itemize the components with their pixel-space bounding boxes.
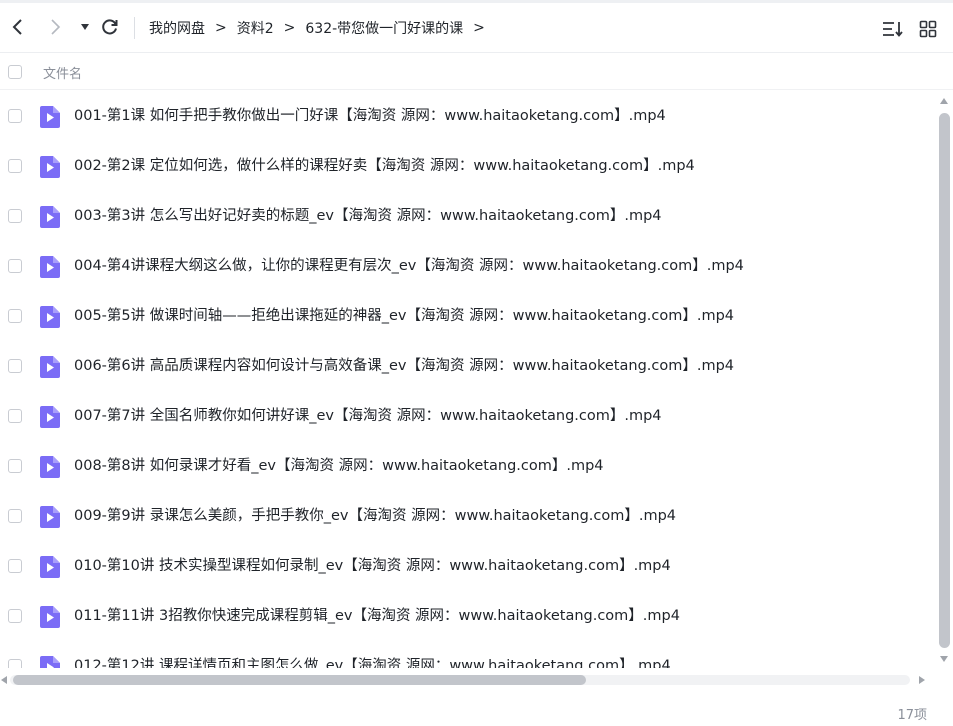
- toolbar: 我的网盘 > 资料2 > 632-带您做一门好课的课 >: [0, 3, 953, 53]
- refresh-icon: [102, 19, 118, 35]
- list-item[interactable]: 008-第8讲 如何录课才好看_ev【海淘资 源网：www.haitaoketa…: [0, 441, 935, 491]
- sort-button[interactable]: [881, 17, 905, 41]
- row-checkbox[interactable]: [8, 109, 22, 123]
- select-all-checkbox[interactable]: [8, 65, 22, 79]
- forward-button[interactable]: [43, 15, 67, 39]
- file-name[interactable]: 006-第6讲 高品质课程内容如何设计与高效备课_ev【海淘资 源网：www.h…: [74, 356, 734, 376]
- video-file-icon: [40, 406, 60, 428]
- list-item[interactable]: 003-第3讲 怎么写出好记好卖的标题_ev【海淘资 源网：www.haitao…: [0, 191, 935, 241]
- list-item[interactable]: 010-第10讲 技术实操型课程如何录制_ev【海淘资 源网：www.haita…: [0, 541, 935, 591]
- video-file-icon: [40, 606, 60, 628]
- file-name[interactable]: 010-第10讲 技术实操型课程如何录制_ev【海淘资 源网：www.haita…: [74, 556, 671, 576]
- list-item[interactable]: 004-第4讲课程大纲这么做，让你的课程更有层次_ev【海淘资 源网：www.h…: [0, 241, 935, 291]
- list-item[interactable]: 007-第7讲 全国名师教你如何讲好课_ev【海淘资 源网：www.haitao…: [0, 391, 935, 441]
- video-file-icon: [40, 556, 60, 578]
- scroll-right-arrow-icon[interactable]: [918, 675, 926, 685]
- list-item[interactable]: 001-第1课 如何手把手教你做出一门好课【海淘资 源网：www.haitaok…: [0, 91, 935, 141]
- vertical-scrollbar[interactable]: [935, 94, 953, 668]
- row-checkbox[interactable]: [8, 459, 22, 473]
- row-checkbox[interactable]: [8, 259, 22, 273]
- breadcrumb-item-current[interactable]: 632-带您做一门好课的课: [305, 18, 463, 38]
- file-list: 001-第1课 如何手把手教你做出一门好课【海淘资 源网：www.haitaok…: [0, 91, 935, 668]
- file-name[interactable]: 011-第11讲 3招教你快速完成课程剪辑_ev【海淘资 源网：www.hait…: [74, 606, 680, 626]
- sort-icon: [883, 22, 903, 37]
- row-checkbox[interactable]: [8, 659, 22, 668]
- horizontal-scrollbar-thumb[interactable]: [13, 675, 586, 685]
- file-name[interactable]: 003-第3讲 怎么写出好记好卖的标题_ev【海淘资 源网：www.haitao…: [74, 206, 662, 226]
- list-item[interactable]: 011-第11讲 3招教你快速完成课程剪辑_ev【海淘资 源网：www.hait…: [0, 591, 935, 641]
- scroll-down-arrow-icon[interactable]: [939, 654, 949, 664]
- file-name[interactable]: 009-第9讲 录课怎么美颜，手把手教你_ev【海淘资 源网：www.haita…: [74, 506, 676, 526]
- horizontal-scrollbar[interactable]: [0, 670, 935, 690]
- list-item[interactable]: 005-第5讲 做课时间轴——拒绝出课拖延的神器_ev【海淘资 源网：www.h…: [0, 291, 935, 341]
- refresh-button[interactable]: [98, 15, 122, 39]
- list-item[interactable]: 009-第9讲 录课怎么美颜，手把手教你_ev【海淘资 源网：www.haita…: [0, 491, 935, 541]
- vertical-scrollbar-thumb[interactable]: [939, 113, 950, 648]
- video-file-icon: [40, 256, 60, 278]
- list-item[interactable]: 006-第6讲 高品质课程内容如何设计与高效备课_ev【海淘资 源网：www.h…: [0, 341, 935, 391]
- row-checkbox[interactable]: [8, 159, 22, 173]
- video-file-icon: [40, 106, 60, 128]
- scroll-left-arrow-icon[interactable]: [0, 675, 8, 685]
- row-checkbox[interactable]: [8, 209, 22, 223]
- scroll-up-arrow-icon[interactable]: [939, 96, 949, 106]
- row-checkbox[interactable]: [8, 559, 22, 573]
- file-name[interactable]: 002-第2课 定位如何选，做什么样的课程好卖【海淘资 源网：www.haita…: [74, 156, 695, 176]
- breadcrumb-item-folder[interactable]: 资料2: [237, 18, 274, 38]
- breadcrumb-separator: >: [283, 20, 296, 36]
- file-name[interactable]: 012-第12讲 课程详情页和主图怎么做_ev【海淘资 源网：www.haita…: [74, 656, 671, 668]
- row-checkbox[interactable]: [8, 409, 22, 423]
- breadcrumb-separator: >: [473, 20, 485, 36]
- file-name[interactable]: 005-第5讲 做课时间轴——拒绝出课拖延的神器_ev【海淘资 源网：www.h…: [74, 306, 734, 326]
- breadcrumb-item-root[interactable]: 我的网盘: [149, 18, 205, 38]
- caret-down-icon: [81, 24, 89, 30]
- item-count: 17项: [897, 708, 927, 723]
- grid-view-icon: [919, 20, 937, 38]
- grid-view-button[interactable]: [916, 17, 940, 41]
- file-name[interactable]: 001-第1课 如何手把手教你做出一门好课【海淘资 源网：www.haitaok…: [74, 106, 666, 126]
- column-header-name[interactable]: 文件名: [43, 63, 82, 82]
- back-button[interactable]: [6, 15, 30, 39]
- toolbar-separator: [134, 17, 135, 39]
- chevron-left-icon: [12, 19, 22, 35]
- video-file-icon: [40, 206, 60, 228]
- chevron-right-icon: [51, 19, 61, 35]
- list-header: 文件名: [0, 54, 953, 90]
- video-file-icon: [40, 306, 60, 328]
- history-dropdown-button[interactable]: [73, 15, 97, 39]
- video-file-icon: [40, 156, 60, 178]
- list-item[interactable]: 002-第2课 定位如何选，做什么样的课程好卖【海淘资 源网：www.haita…: [0, 141, 935, 191]
- video-file-icon: [40, 656, 60, 668]
- breadcrumb: 我的网盘 > 资料2 > 632-带您做一门好课的课 >: [149, 17, 495, 39]
- row-checkbox[interactable]: [8, 609, 22, 623]
- row-checkbox[interactable]: [8, 509, 22, 523]
- row-checkbox[interactable]: [8, 309, 22, 323]
- file-name[interactable]: 007-第7讲 全国名师教你如何讲好课_ev【海淘资 源网：www.haitao…: [74, 406, 662, 426]
- row-checkbox[interactable]: [8, 359, 22, 373]
- file-name[interactable]: 004-第4讲课程大纲这么做，让你的课程更有层次_ev【海淘资 源网：www.h…: [74, 256, 744, 276]
- video-file-icon: [40, 356, 60, 378]
- video-file-icon: [40, 456, 60, 478]
- breadcrumb-separator: >: [215, 20, 227, 36]
- file-name[interactable]: 008-第8讲 如何录课才好看_ev【海淘资 源网：www.haitaoketa…: [74, 456, 604, 476]
- list-item[interactable]: 012-第12讲 课程详情页和主图怎么做_ev【海淘资 源网：www.haita…: [0, 641, 935, 668]
- video-file-icon: [40, 506, 60, 528]
